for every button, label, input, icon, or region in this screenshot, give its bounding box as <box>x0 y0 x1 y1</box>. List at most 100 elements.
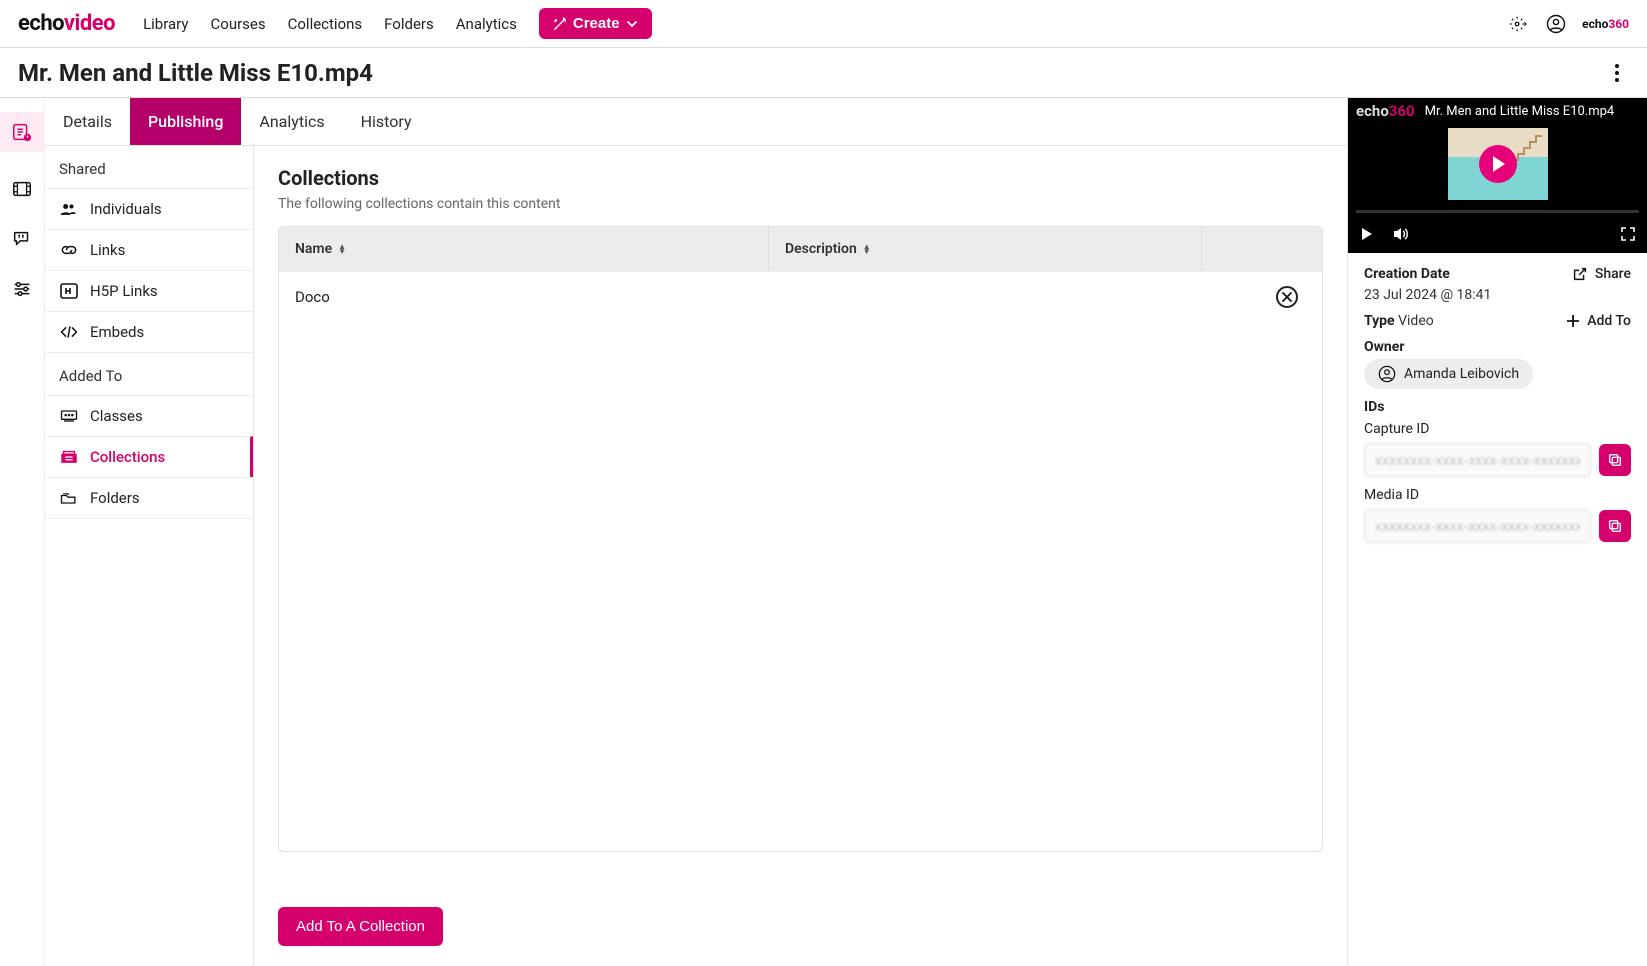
sliders-icon <box>11 278 33 300</box>
play-control[interactable] <box>1358 225 1376 243</box>
col-actions <box>1202 227 1322 271</box>
collections-table: Name ▲▼ Description ▲▼ Doco <box>278 226 1323 852</box>
sidepanel-collections[interactable]: Collections <box>45 436 253 477</box>
capture-id-field[interactable] <box>1364 443 1591 477</box>
user-circle-icon <box>1378 365 1396 383</box>
copy-media-id[interactable] <box>1599 510 1631 542</box>
content-subtitle: The following collections contain this c… <box>278 196 1323 212</box>
chevron-down-icon <box>626 18 638 30</box>
tab-analytics[interactable]: Analytics <box>241 98 342 145</box>
add-to-button[interactable]: Add To <box>1565 313 1631 329</box>
tab-details[interactable]: Details <box>45 98 130 145</box>
plus-icon <box>1565 313 1581 329</box>
magic-wand-icon <box>553 17 567 31</box>
media-id-field[interactable] <box>1364 509 1591 543</box>
share-button[interactable]: Share <box>1571 265 1631 283</box>
player-title: Mr. Men and Little Miss E10.mp4 <box>1425 104 1615 119</box>
player-controls <box>1348 219 1647 253</box>
tab-publishing[interactable]: Publishing <box>130 98 241 145</box>
play-icon <box>1360 227 1374 241</box>
meta-panel: Creation Date Share 23 Jul 2024 @ 18:41 … <box>1348 253 1647 559</box>
section-shared: Shared <box>45 146 253 188</box>
nav-links: Library Courses Collections Folders Anal… <box>143 15 517 33</box>
info-card-icon <box>11 121 33 143</box>
sidepanel-item-label: Folders <box>90 489 140 507</box>
x-icon <box>1282 292 1292 302</box>
remove-button[interactable] <box>1276 286 1298 308</box>
rail-info[interactable] <box>0 112 45 152</box>
owner-chip[interactable]: Amanda Leibovich <box>1364 359 1533 389</box>
sort-icon: ▲▼ <box>863 244 871 254</box>
creation-date-label: Creation Date <box>1364 266 1450 282</box>
copy-icon <box>1607 518 1623 534</box>
brand-badge: echo360 <box>1582 17 1629 31</box>
nav-courses[interactable]: Courses <box>211 15 266 33</box>
copy-icon <box>1607 452 1623 468</box>
fullscreen-control[interactable] <box>1619 225 1637 243</box>
media-id-label: Media ID <box>1364 487 1631 503</box>
rail-settings[interactable] <box>9 276 35 302</box>
right-panel: echo360 Mr. Men and Little Miss E10.mp4 <box>1347 98 1647 966</box>
folders-icon <box>59 489 79 507</box>
owner-label: Owner <box>1364 339 1631 355</box>
classes-icon <box>59 407 79 425</box>
people-icon <box>59 200 79 218</box>
play-icon <box>1493 156 1505 172</box>
nav-library[interactable]: Library <box>143 15 188 33</box>
owner-name: Amanda Leibovich <box>1404 366 1519 382</box>
more-menu[interactable] <box>1605 61 1629 85</box>
sort-icon: ▲▼ <box>338 244 346 254</box>
sidepanel-item-label: H5P Links <box>90 282 158 300</box>
h5p-icon <box>59 282 79 300</box>
sidepanel-embeds[interactable]: Embeds <box>45 311 253 352</box>
tabs: Details Publishing Analytics History <box>45 98 1347 146</box>
nav-folders[interactable]: Folders <box>384 15 434 33</box>
add-to-collection-button[interactable]: Add To A Collection <box>278 907 443 946</box>
play-button[interactable] <box>1479 145 1517 183</box>
tab-history[interactable]: History <box>343 98 430 145</box>
creation-date-value: 23 Jul 2024 @ 18:41 <box>1364 287 1631 303</box>
col-name[interactable]: Name ▲▼ <box>279 227 769 271</box>
logo[interactable]: echovideo <box>18 11 115 36</box>
type-label: Type <box>1364 313 1395 329</box>
film-icon <box>11 178 33 200</box>
rail-transcript[interactable] <box>9 226 35 252</box>
sidepanel-folders[interactable]: Folders <box>45 477 253 519</box>
nav-collections[interactable]: Collections <box>288 15 363 33</box>
content-heading: Collections <box>278 166 1323 190</box>
volume-icon <box>1392 226 1410 242</box>
icon-rail <box>0 98 45 966</box>
section-added: Added To <box>45 352 253 395</box>
create-button[interactable]: Create <box>539 8 652 39</box>
col-label: Name <box>295 241 332 257</box>
player-logo: echo360 <box>1356 102 1415 120</box>
ids-label: IDs <box>1364 399 1631 415</box>
col-label: Description <box>785 241 857 257</box>
volume-control[interactable] <box>1392 225 1410 243</box>
share-icon <box>1571 265 1589 283</box>
nav-analytics[interactable]: Analytics <box>456 15 517 33</box>
sidepanel-links[interactable]: Links <box>45 229 253 270</box>
sidepanel-item-label: Individuals <box>90 200 162 218</box>
col-description[interactable]: Description ▲▼ <box>769 227 1202 271</box>
code-icon <box>59 323 79 341</box>
video-thumbnail[interactable] <box>1448 128 1548 200</box>
create-label: Create <box>573 15 620 32</box>
title-bar: Mr. Men and Little Miss E10.mp4 <box>0 48 1647 98</box>
table-header: Name ▲▼ Description ▲▼ <box>279 227 1322 271</box>
account-menu[interactable] <box>1544 12 1568 36</box>
transcript-icon <box>11 228 33 250</box>
page-title: Mr. Men and Little Miss E10.mp4 <box>18 59 373 87</box>
share-label: Share <box>1595 266 1631 282</box>
table-row: Doco <box>279 271 1322 321</box>
sidepanel-item-label: Collections <box>90 448 165 466</box>
capture-id-label: Capture ID <box>1364 421 1631 437</box>
settings-menu[interactable] <box>1506 12 1530 36</box>
sidepanel-item-label: Links <box>90 241 125 259</box>
rail-media[interactable] <box>9 176 35 202</box>
copy-capture-id[interactable] <box>1599 444 1631 476</box>
sidepanel-h5p-links[interactable]: H5P Links <box>45 270 253 311</box>
sidepanel-classes[interactable]: Classes <box>45 395 253 436</box>
sidepanel-individuals[interactable]: Individuals <box>45 188 253 229</box>
progress-bar[interactable] <box>1356 210 1639 213</box>
